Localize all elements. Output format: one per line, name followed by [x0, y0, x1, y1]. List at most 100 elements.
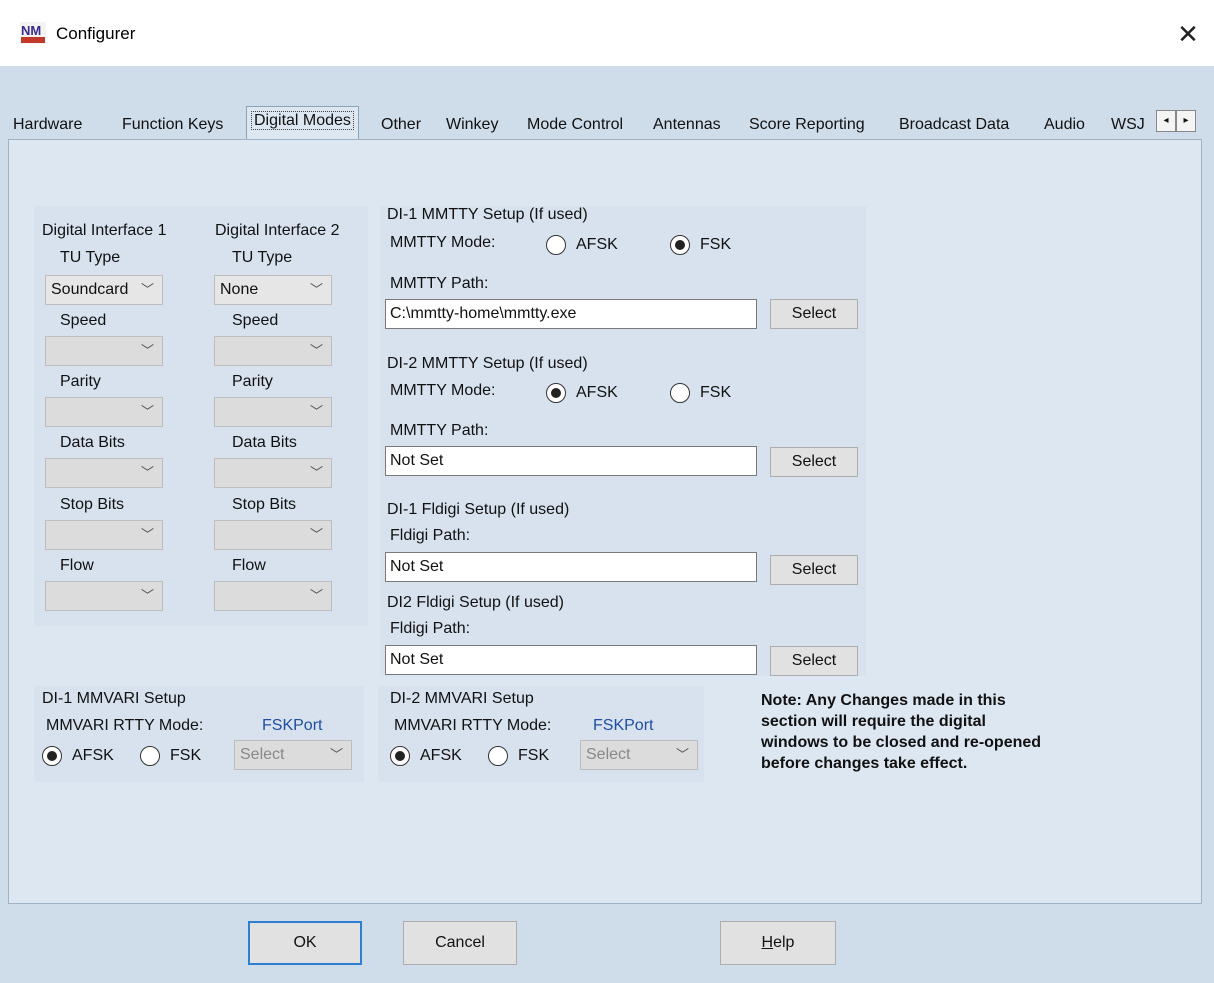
- di2-tu-type-value: None: [220, 281, 259, 298]
- di1-data-bits-label: Data Bits: [60, 434, 125, 451]
- di1-data-bits-select[interactable]: ﹀: [45, 458, 163, 488]
- tab-wsj[interactable]: WSJ: [1111, 114, 1145, 138]
- di2-tu-type-label: TU Type: [232, 249, 293, 266]
- tab-scroll-right-icon[interactable]: ▸: [1176, 110, 1196, 132]
- mmvari2-fsk-radio[interactable]: [488, 746, 508, 766]
- mmvari1-fskport-label: FSKPort: [262, 717, 323, 734]
- di1-parity-select[interactable]: ﹀: [45, 397, 163, 427]
- fldigi2-path-input[interactable]: Not Set: [385, 645, 757, 675]
- dialog-footer: [8, 904, 1204, 983]
- di2-speed-select[interactable]: ﹀: [214, 336, 332, 366]
- close-icon[interactable]: ✕: [1170, 16, 1206, 52]
- mmvari1-afsk-radio[interactable]: [42, 746, 62, 766]
- mmvari2-afsk-label: AFSK: [420, 747, 462, 764]
- di2-flow-select[interactable]: ﹀: [214, 581, 332, 611]
- di1-tu-type-label: TU Type: [60, 249, 121, 266]
- di2-tu-type-select[interactable]: None ﹀: [214, 275, 332, 305]
- chevron-down-icon: ﹀: [309, 404, 323, 419]
- mmvari2-afsk-radio[interactable]: [390, 746, 410, 766]
- mmvari1-fsk-radio[interactable]: [140, 746, 160, 766]
- mmvari1-fskport-select[interactable]: Select ﹀: [234, 740, 352, 770]
- di1-flow-label: Flow: [60, 557, 94, 574]
- svg-text:NM: NM: [21, 23, 41, 38]
- tab-digital-modes-label: Digital Modes: [251, 111, 354, 130]
- chevron-down-icon: ﹀: [309, 527, 323, 542]
- fldigi2-path-label: Fldigi Path:: [390, 620, 471, 637]
- mmtty1-afsk-label: AFSK: [576, 236, 618, 253]
- tab-other[interactable]: Other: [381, 114, 421, 138]
- mmtty2-select-button[interactable]: Select: [770, 447, 858, 477]
- di2-stop-bits-select[interactable]: ﹀: [214, 520, 332, 550]
- cancel-button[interactable]: Cancel: [403, 921, 517, 965]
- fldigi2-heading: DI2 Fldigi Setup (If used): [387, 594, 564, 611]
- mmtty1-fsk-label: FSK: [700, 236, 732, 253]
- chevron-down-icon: ﹀: [329, 747, 343, 762]
- di2-parity-select[interactable]: ﹀: [214, 397, 332, 427]
- note-line-4: before changes take effect.: [761, 755, 968, 772]
- note-line-2: section will require the digital: [761, 713, 986, 730]
- mmtty1-afsk-radio[interactable]: [546, 235, 566, 255]
- mmtty2-fsk-radio[interactable]: [670, 383, 690, 403]
- chevron-down-icon: ﹀: [140, 343, 154, 358]
- mmvari2-fskport-label: FSKPort: [593, 717, 654, 734]
- fldigi2-select-button[interactable]: Select: [770, 646, 858, 676]
- mmvari1-mode-label: MMVARI RTTY Mode:: [46, 717, 204, 734]
- mmtty1-mode-label: MMTTY Mode:: [390, 234, 496, 251]
- di2-flow-label: Flow: [232, 557, 266, 574]
- note-line-1: Note: Any Changes made in this: [761, 692, 1006, 709]
- window-title: Configurer: [56, 24, 136, 43]
- chevron-down-icon: ﹀: [140, 282, 154, 297]
- di1-flow-select[interactable]: ﹀: [45, 581, 163, 611]
- di2-parity-label: Parity: [232, 373, 273, 390]
- mmtty2-path-label: MMTTY Path:: [390, 422, 489, 439]
- mmvari2-fsk-label: FSK: [518, 747, 550, 764]
- ok-button[interactable]: OK: [248, 921, 362, 965]
- help-accel-key: H: [761, 934, 774, 951]
- tab-hardware[interactable]: Hardware: [13, 114, 82, 138]
- fldigi1-select-button[interactable]: Select: [770, 555, 858, 585]
- mmvari2-fskport-select[interactable]: Select ﹀: [580, 740, 698, 770]
- mmtty2-mode-label: MMTTY Mode:: [390, 382, 496, 399]
- title-bar: NM Configurer ✕: [0, 0, 1214, 66]
- tab-mode-control[interactable]: Mode Control: [527, 114, 623, 138]
- mmvari1-fskport-value: Select: [240, 746, 285, 763]
- chevron-down-icon: ﹀: [309, 282, 323, 297]
- di1-speed-select[interactable]: ﹀: [45, 336, 163, 366]
- mmtty1-fsk-radio[interactable]: [670, 235, 690, 255]
- chevron-down-icon: ﹀: [140, 465, 154, 480]
- chevron-down-icon: ﹀: [140, 588, 154, 603]
- di2-data-bits-label: Data Bits: [232, 434, 297, 451]
- tab-audio[interactable]: Audio: [1044, 114, 1085, 138]
- di2-speed-label: Speed: [232, 312, 279, 329]
- tab-score-reporting[interactable]: Score Reporting: [749, 114, 865, 138]
- mmtty2-afsk-radio[interactable]: [546, 383, 566, 403]
- tab-winkey[interactable]: Winkey: [446, 114, 498, 138]
- tab-function-keys[interactable]: Function Keys: [122, 114, 223, 138]
- chevron-down-icon: ﹀: [140, 527, 154, 542]
- fldigi1-path-input[interactable]: Not Set: [385, 552, 757, 582]
- fldigi1-heading: DI-1 Fldigi Setup (If used): [387, 501, 570, 518]
- mmvari1-heading: DI-1 MMVARI Setup: [42, 690, 186, 707]
- di1-parity-label: Parity: [60, 373, 101, 390]
- tab-antennas[interactable]: Antennas: [653, 114, 721, 138]
- di1-stop-bits-select[interactable]: ﹀: [45, 520, 163, 550]
- di1-speed-label: Speed: [60, 312, 107, 329]
- help-button[interactable]: Help: [720, 921, 836, 965]
- mmtty1-path-label: MMTTY Path:: [390, 275, 489, 292]
- mmtty2-path-input[interactable]: Not Set: [385, 446, 757, 476]
- mmtty1-path-input[interactable]: C:\mmtty-home\mmtty.exe: [385, 299, 757, 329]
- mmtty1-select-button[interactable]: Select: [770, 299, 858, 329]
- note-line-3: windows to be closed and re-opened: [761, 734, 1042, 751]
- mmvari1-fsk-label: FSK: [170, 747, 202, 764]
- di2-data-bits-select[interactable]: ﹀: [214, 458, 332, 488]
- fldigi1-path-label: Fldigi Path:: [390, 527, 471, 544]
- tab-broadcast-data[interactable]: Broadcast Data: [899, 114, 1009, 138]
- chevron-down-icon: ﹀: [309, 465, 323, 480]
- tab-digital-modes[interactable]: Digital Modes: [246, 106, 359, 139]
- di1-tu-type-select[interactable]: Soundcard ﹀: [45, 275, 163, 305]
- mmvari2-fskport-value: Select: [586, 746, 631, 763]
- tab-scroll-left-icon[interactable]: ◂: [1156, 110, 1176, 132]
- mmtty2-fsk-label: FSK: [700, 384, 732, 401]
- mmtty1-heading: DI-1 MMTTY Setup (If used): [387, 206, 588, 223]
- mmvari2-heading: DI-2 MMVARI Setup: [390, 690, 534, 707]
